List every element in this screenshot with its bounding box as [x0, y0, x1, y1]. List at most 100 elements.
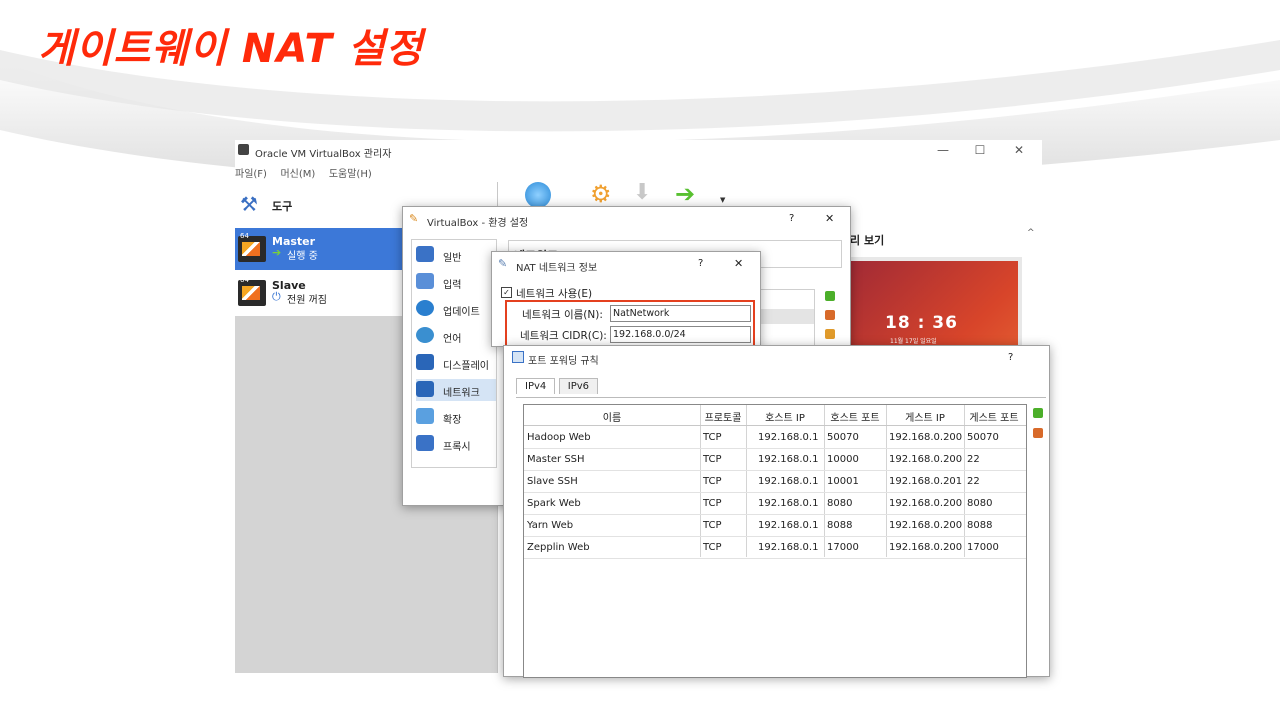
settings-item-update[interactable]: 업데이트	[416, 298, 496, 320]
scroll-up-icon[interactable]: ^	[1027, 228, 1035, 238]
table-cell: Spark Web	[527, 498, 581, 509]
remove-network-icon[interactable]	[825, 310, 835, 320]
preview-heading: 리 보기	[850, 234, 885, 247]
nat-dialog-title: NAT 네트워크 정보	[516, 263, 598, 274]
table-cell: Yarn Web	[527, 520, 574, 531]
settings-dialog-icon: ✎	[409, 212, 419, 225]
table-cell: TCP	[703, 542, 722, 553]
slide-title: 게이트웨이 NAT 설정	[38, 26, 424, 72]
tab-bar: IPv4 IPv6	[516, 378, 599, 394]
column-divider	[886, 405, 887, 557]
start-dropdown-icon[interactable]: ▼	[720, 196, 725, 204]
new-vm-icon[interactable]	[525, 182, 551, 208]
close-button[interactable]: ✕	[734, 257, 743, 270]
port-forwarding-dialog: 포트 포워딩 규칙 ? IPv4 IPv6 이름 프로토콜 호스트 IP 호스트 포트…	[503, 345, 1050, 678]
tab-ipv6[interactable]: IPv6	[558, 378, 599, 394]
table-header-cell[interactable]: 호스트 포트	[824, 409, 886, 424]
settings-gear-icon[interactable]: ⚙	[590, 180, 612, 208]
help-button[interactable]: ?	[698, 258, 703, 269]
virtualbox-logo-icon	[238, 144, 249, 155]
table-cell: 192.168.0.1	[758, 454, 819, 465]
table-cell: TCP	[703, 432, 722, 443]
discard-arrow-icon[interactable]: ⬇	[633, 180, 651, 205]
port-forwarding-table: 이름 프로토콜 호스트 IP 호스트 포트 게스트 IP 게스트 포트 Hadoop Web…	[523, 404, 1027, 678]
table-cell: 10001	[827, 476, 859, 487]
table-cell: 192.168.0.201	[889, 476, 963, 487]
table-cell: 192.168.0.1	[758, 498, 819, 509]
port-forwarding-title: 포트 포워딩 규칙	[528, 356, 599, 367]
table-cell: 50070	[967, 432, 999, 443]
language-icon	[416, 327, 434, 343]
vm-badge: 64	[240, 232, 249, 240]
table-header-cell[interactable]: 프로토콜	[700, 409, 746, 424]
column-divider	[824, 405, 825, 557]
table-cell: 8080	[967, 498, 993, 509]
menu-machine[interactable]: 머신(M)	[280, 169, 315, 180]
table-row[interactable]	[524, 514, 1026, 515]
display-icon	[416, 354, 434, 370]
network-icon	[416, 381, 434, 397]
enable-network-label: 네트워크 사용(E)	[516, 288, 593, 300]
table-cell: 192.168.0.200	[889, 454, 963, 465]
table-cell: 50070	[827, 432, 859, 443]
table-row[interactable]	[524, 536, 1026, 537]
close-button[interactable]: ✕	[1009, 143, 1029, 157]
nat-dialog-icon: ✎	[498, 257, 508, 270]
table-cell: 192.168.0.1	[758, 542, 819, 553]
proxy-icon	[416, 435, 434, 451]
window-titlebar: Oracle VM VirtualBox 관리자 — ☐ ✕	[235, 140, 1042, 162]
edit-network-icon[interactable]	[825, 329, 835, 339]
table-header-cell[interactable]: 호스트 IP	[746, 409, 824, 424]
preview-date: 11월 17일 일요일	[890, 338, 937, 345]
table-header-cell[interactable]: 게스트 포트	[964, 409, 1024, 424]
settings-item-display[interactable]: 디스플레이	[416, 352, 496, 374]
table-cell: TCP	[703, 498, 722, 509]
table-cell: 192.168.0.200	[889, 498, 963, 509]
settings-item-network[interactable]: 네트워크	[416, 379, 496, 401]
table-cell: 22	[967, 454, 980, 465]
settings-item-general[interactable]: 일반	[416, 244, 496, 266]
column-divider	[746, 405, 747, 557]
update-icon	[416, 300, 434, 316]
table-cell: Zepplin Web	[527, 542, 590, 553]
table-row[interactable]	[524, 492, 1026, 493]
remove-rule-icon[interactable]	[1033, 428, 1043, 438]
maximize-button[interactable]: ☐	[970, 143, 990, 157]
help-button[interactable]: ?	[789, 213, 794, 224]
settings-category-list: 일반 입력 업데이트 언어 디스플레이 네트워크 확장 프록시	[411, 239, 497, 468]
add-rule-icon[interactable]	[1033, 408, 1043, 418]
table-row[interactable]	[524, 558, 1026, 559]
window-title: Oracle VM VirtualBox 관리자	[255, 149, 392, 160]
vm-state: 실행 중	[287, 251, 318, 262]
menu-help[interactable]: 도움말(H)	[329, 169, 372, 180]
table-cell: 17000	[827, 542, 859, 553]
settings-item-extension[interactable]: 확장	[416, 406, 496, 428]
table-cell: Master SSH	[527, 454, 585, 465]
extension-icon	[416, 408, 434, 424]
minimize-button[interactable]: —	[933, 143, 953, 157]
header-divider	[524, 425, 1026, 426]
table-cell: 10000	[827, 454, 859, 465]
start-arrow-icon[interactable]: ➔	[675, 180, 695, 208]
settings-item-proxy[interactable]: 프록시	[416, 433, 496, 455]
table-row[interactable]	[524, 470, 1026, 471]
table-header-cell[interactable]: 게스트 IP	[886, 409, 964, 424]
tab-ipv4[interactable]: IPv4	[516, 378, 556, 394]
menu-bar: 파일(F) 머신(M) 도움말(H)	[235, 165, 382, 181]
table-cell: TCP	[703, 520, 722, 531]
table-cell: Hadoop Web	[527, 432, 591, 443]
help-button[interactable]: ?	[1008, 352, 1013, 363]
settings-item-input[interactable]: 입력	[416, 271, 496, 293]
close-button[interactable]: ✕	[825, 212, 834, 225]
table-row[interactable]	[524, 448, 1026, 449]
table-header-cell[interactable]: 이름	[524, 409, 700, 424]
highlight-box	[505, 300, 755, 348]
add-network-icon[interactable]	[825, 291, 835, 301]
settings-item-language[interactable]: 언어	[416, 325, 496, 347]
menu-file[interactable]: 파일(F)	[235, 169, 267, 180]
preview-time: 18 : 36	[885, 313, 958, 333]
table-cell: 192.168.0.200	[889, 542, 963, 553]
tools-label: 도구	[272, 200, 293, 213]
table-cell: TCP	[703, 476, 722, 487]
enable-network-checkbox[interactable]: ✓	[501, 287, 512, 298]
